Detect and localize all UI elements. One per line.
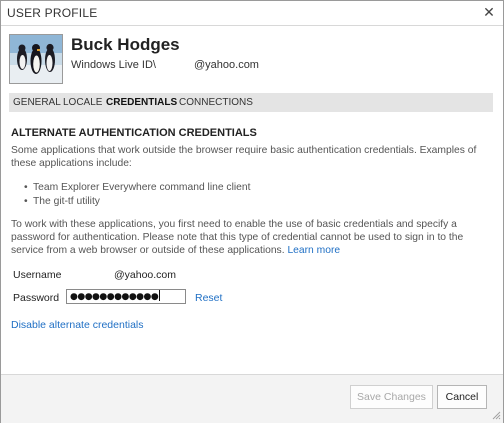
learn-more-link[interactable]: Learn more: [287, 245, 340, 256]
username-value: @yahoo.com: [114, 269, 177, 281]
avatar: [9, 34, 63, 84]
tab-locale[interactable]: LOCALE: [63, 97, 102, 108]
password-field[interactable]: ●●●●●●●●●●●●: [66, 289, 186, 304]
user-id-prefix: Windows Live ID\: [71, 59, 156, 71]
disable-alternate-credentials-link[interactable]: Disable alternate credentials: [11, 319, 144, 331]
dialog-footer: Save Changes Cancel: [1, 374, 503, 423]
password-label: Password: [13, 292, 60, 304]
list-item: The git-tf utility: [24, 195, 250, 209]
explanation-text: To work with these applications, you fir…: [11, 219, 464, 256]
text-caret: [159, 290, 161, 301]
list-item: Team Explorer Everywhere command line cl…: [24, 181, 250, 195]
title-bar: USER PROFILE ✕: [1, 1, 503, 26]
explanation-block: To work with these applications, you fir…: [11, 218, 493, 257]
section-heading: ALTERNATE AUTHENTICATION CREDENTIALS: [11, 127, 257, 139]
intro-text: Some applications that work outside the …: [11, 145, 477, 169]
resize-grip-icon[interactable]: [491, 410, 501, 420]
user-name: Buck Hodges: [71, 35, 180, 54]
cancel-button[interactable]: Cancel: [437, 385, 487, 409]
close-icon[interactable]: ✕: [481, 4, 497, 20]
password-mask: ●●●●●●●●●●●●: [70, 292, 159, 302]
tab-bar: GENERAL LOCALE CREDENTIALS CONNECTIONS: [9, 93, 493, 112]
user-profile-dialog: USER PROFILE ✕ Buck Hodges Windows Live …: [0, 0, 504, 423]
tab-credentials[interactable]: CREDENTIALS: [106, 97, 177, 108]
user-id-email: @yahoo.com: [194, 59, 259, 71]
examples-list: Team Explorer Everywhere command line cl…: [24, 181, 250, 209]
save-changes-button[interactable]: Save Changes: [350, 385, 433, 409]
reset-link[interactable]: Reset: [195, 292, 222, 304]
tab-connections[interactable]: CONNECTIONS: [179, 97, 253, 108]
penguins-avatar-icon: [10, 35, 62, 83]
tab-general[interactable]: GENERAL: [13, 97, 61, 108]
dialog-title: USER PROFILE: [7, 6, 98, 20]
username-label: Username: [13, 269, 62, 281]
